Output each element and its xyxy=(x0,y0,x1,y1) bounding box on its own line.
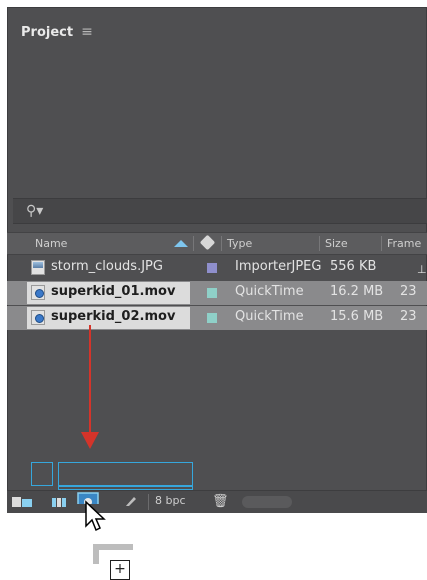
copy-plus-icon: + xyxy=(110,560,130,580)
network-icon: ⊥ xyxy=(417,263,427,276)
list-item-selected[interactable]: superkid_01.mov QuickTime 16.2 MB 23 xyxy=(7,281,427,305)
file-name: storm_clouds.JPG xyxy=(51,259,163,274)
file-size: 15.6 MB xyxy=(330,309,384,324)
search-input[interactable]: ⚲▾ xyxy=(13,198,427,224)
mouse-pointer-icon xyxy=(85,500,106,532)
trash-icon[interactable]: 🗑 xyxy=(212,494,229,509)
quicktime-file-icon xyxy=(31,285,45,300)
search-dropdown-icon[interactable]: ⚲▾ xyxy=(26,203,43,219)
file-size: 556 KB xyxy=(330,259,377,274)
column-size[interactable]: Size xyxy=(325,237,348,250)
hamburger-menu-icon[interactable]: ≡ xyxy=(81,24,93,40)
label-color-swatch[interactable] xyxy=(207,288,217,298)
label-color-swatch[interactable] xyxy=(207,263,217,273)
new-folder-icon[interactable] xyxy=(51,495,69,507)
column-type[interactable]: Type xyxy=(227,237,252,250)
drag-ghost xyxy=(93,544,99,564)
drag-ghost xyxy=(93,544,133,550)
label-tag-icon[interactable] xyxy=(199,234,216,251)
file-type: QuickTime xyxy=(235,284,304,299)
list-item[interactable]: storm_clouds.JPG ImporterJPEG 556 KB ⊥ xyxy=(7,256,427,280)
sort-ascending-icon[interactable] xyxy=(174,240,188,247)
file-size: 16.2 MB xyxy=(330,284,384,299)
jpeg-file-icon xyxy=(31,260,45,275)
panel-title: Project xyxy=(21,24,74,40)
column-divider[interactable] xyxy=(381,236,382,251)
panel-footer: 8 bpc 🗑 xyxy=(7,490,427,513)
interpret-footage-icon[interactable] xyxy=(11,495,33,507)
file-name: superkid_02.mov xyxy=(51,309,176,324)
bit-depth-button[interactable]: 8 bpc xyxy=(155,494,186,507)
label-color-swatch[interactable] xyxy=(207,313,217,323)
column-frame[interactable]: Frame xyxy=(387,237,421,250)
file-name: superkid_01.mov xyxy=(51,284,176,299)
column-name[interactable]: Name xyxy=(35,237,67,250)
file-type: QuickTime xyxy=(235,309,304,324)
list-item-selected[interactable]: superkid_02.mov QuickTime 15.6 MB 23 xyxy=(7,306,427,330)
drag-arrow-head-icon xyxy=(81,432,99,449)
drop-target-outline xyxy=(58,462,193,486)
drag-arrow-line xyxy=(89,325,91,433)
drop-target-outline xyxy=(31,462,53,486)
quicktime-file-icon xyxy=(31,310,45,325)
thumbnail-slider[interactable] xyxy=(242,496,292,508)
divider xyxy=(148,494,149,510)
column-divider[interactable] xyxy=(221,236,222,251)
file-type: ImporterJPEG xyxy=(235,259,322,274)
project-panel: Project ≡ ⚲▾ Name Type Size Frame storm_… xyxy=(7,7,427,513)
panel-header: Project ≡ xyxy=(21,22,93,42)
frame-rate: 23 xyxy=(400,309,417,324)
column-divider[interactable] xyxy=(193,236,194,251)
pen-tool-icon[interactable] xyxy=(122,494,138,506)
frame-rate: 23 xyxy=(400,284,417,299)
column-divider[interactable] xyxy=(319,236,320,251)
column-header-row: Name Type Size Frame xyxy=(7,232,427,255)
